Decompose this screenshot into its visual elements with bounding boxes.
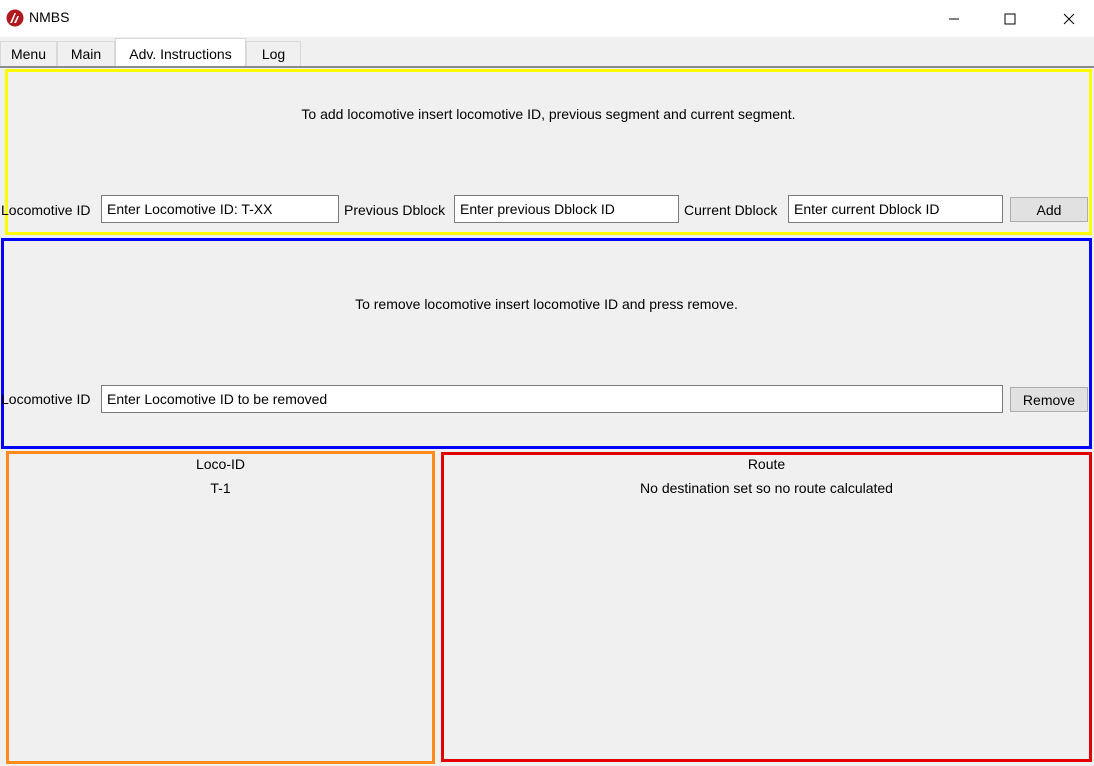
current-dblock-input[interactable]	[788, 195, 1003, 223]
maximize-icon	[1004, 13, 1016, 24]
add-button[interactable]: Add	[1010, 197, 1088, 222]
previous-dblock-label: Previous Dblock	[344, 202, 446, 218]
add-locomotive-id-input[interactable]	[101, 195, 339, 223]
tab-divider	[0, 66, 1094, 68]
tab-adv-instructions[interactable]: Adv. Instructions	[115, 38, 246, 68]
maximize-button[interactable]	[987, 0, 1033, 37]
remove-locomotive-id-input[interactable]	[101, 385, 1003, 413]
title-bar: NMBS	[0, 0, 1094, 37]
route-panel	[441, 452, 1092, 762]
add-locomotive-id-label: Locomotive ID	[1, 202, 91, 218]
app-logo-icon	[6, 9, 24, 27]
remove-locomotive-panel	[1, 238, 1092, 449]
loco-id-header: Loco-ID	[195, 456, 246, 472]
loco-id-list-item: T-1	[210, 480, 231, 496]
route-header: Route	[747, 456, 786, 472]
remove-locomotive-id-label: Locomotive ID	[1, 391, 91, 407]
previous-dblock-input[interactable]	[454, 195, 679, 223]
current-dblock-label: Current Dblock	[684, 202, 778, 218]
remove-button[interactable]: Remove	[1010, 387, 1088, 412]
tab-main[interactable]: Main	[57, 41, 115, 66]
minimize-icon	[949, 18, 959, 19]
tab-menu[interactable]: Menu	[0, 41, 57, 66]
loco-id-panel	[6, 451, 435, 764]
add-instruction-text: To add locomotive insert locomotive ID, …	[301, 106, 796, 122]
remove-instruction-text: To remove locomotive insert locomotive I…	[355, 296, 738, 312]
close-icon	[1063, 13, 1075, 24]
tab-log[interactable]: Log	[246, 41, 301, 66]
minimize-button[interactable]	[931, 0, 977, 37]
close-button[interactable]	[1046, 0, 1092, 37]
tab-bar: Menu Main Adv. Instructions Log	[0, 37, 1094, 68]
window-title: NMBS	[29, 9, 70, 25]
route-message: No destination set so no route calculate…	[640, 480, 893, 496]
